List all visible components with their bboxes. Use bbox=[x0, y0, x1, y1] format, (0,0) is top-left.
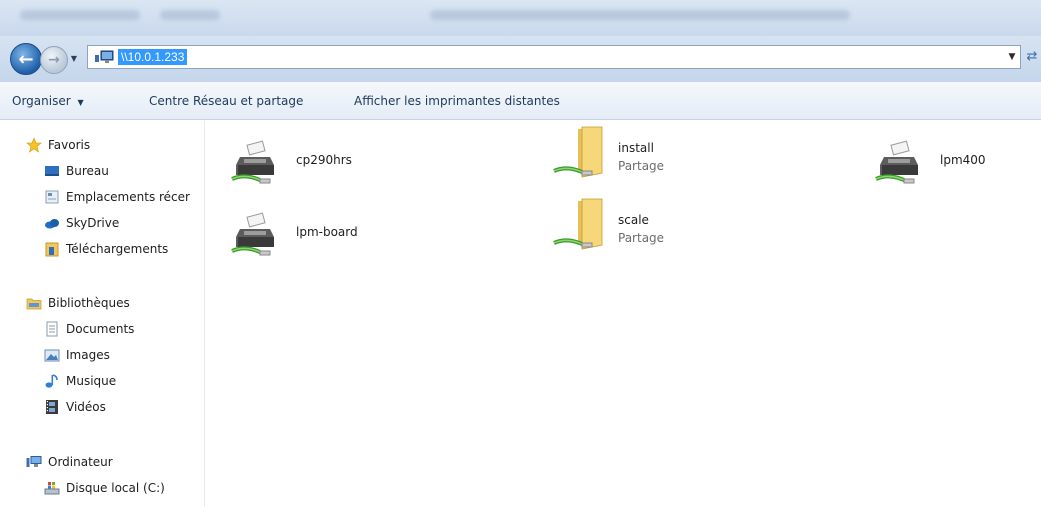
item-name: lpm-board bbox=[296, 225, 358, 239]
refresh-icon[interactable]: ⇄ bbox=[1023, 45, 1041, 69]
sidebar-item-label: Bibliothèques bbox=[48, 296, 130, 310]
music-icon bbox=[44, 373, 60, 389]
item-name: install bbox=[618, 141, 654, 155]
forward-button[interactable]: → bbox=[40, 46, 68, 74]
address-path[interactable]: \\10.0.1.233 bbox=[118, 49, 188, 65]
local-disk-icon bbox=[44, 480, 60, 496]
title-bar bbox=[0, 0, 1041, 36]
sidebar-item-label: Téléchargements bbox=[66, 242, 169, 256]
history-dropdown-icon[interactable]: ▼ bbox=[69, 53, 79, 65]
shared-folder-icon bbox=[553, 126, 603, 178]
sidebar-item-label: Ordinateur bbox=[48, 455, 113, 469]
network-center-button[interactable]: Centre Réseau et partage bbox=[149, 92, 303, 110]
documents-icon bbox=[44, 321, 60, 337]
navigation-pane: Favoris Bureau Emplacements récer SkyDri… bbox=[0, 121, 205, 507]
item-name: lpm400 bbox=[940, 153, 986, 167]
item-type-label: Partage bbox=[618, 159, 665, 173]
sidebar-item-label: Disque local (C:) bbox=[66, 481, 165, 495]
computer-icon bbox=[26, 454, 42, 470]
sidebar-item-label: Bureau bbox=[66, 164, 109, 178]
item-type-label: Partage bbox=[618, 231, 665, 245]
skydrive-icon bbox=[44, 215, 60, 231]
sidebar-item-label: Images bbox=[66, 348, 110, 362]
chevron-down-icon: ▼ bbox=[77, 98, 84, 107]
sidebar-item-label: SkyDrive bbox=[66, 216, 120, 230]
network-printer-icon bbox=[875, 140, 918, 184]
star-icon bbox=[26, 137, 42, 153]
address-dropdown-icon[interactable]: ▼ bbox=[1005, 50, 1019, 64]
sidebar-item-label: Emplacements récer bbox=[66, 190, 190, 204]
sidebar-item-label: Documents bbox=[66, 322, 135, 336]
network-printer-icon bbox=[231, 140, 274, 184]
back-button[interactable]: ← bbox=[10, 43, 42, 75]
item-name: cp290hrs bbox=[296, 153, 352, 167]
desktop-icon bbox=[44, 163, 60, 179]
content-pane: cp290hrs install Partage lpm400 lpm-boar… bbox=[206, 121, 1041, 507]
network-share-item[interactable]: scale Partage bbox=[552, 197, 752, 251]
remote-printers-button[interactable]: Afficher les imprimantes distantes bbox=[354, 92, 560, 110]
recent-places-icon bbox=[44, 189, 60, 205]
back-arrow-icon: ← bbox=[18, 48, 34, 70]
address-bar[interactable] bbox=[87, 45, 1021, 69]
downloads-icon bbox=[44, 241, 60, 257]
network-printer-item[interactable]: cp290hrs bbox=[230, 139, 430, 193]
organize-label: Organiser bbox=[12, 94, 71, 108]
library-folder-icon bbox=[26, 295, 42, 311]
item-name: scale bbox=[618, 213, 649, 227]
sidebar-item-label: Favoris bbox=[48, 138, 91, 152]
network-share-item[interactable]: install Partage bbox=[552, 125, 752, 179]
videos-icon bbox=[44, 399, 60, 415]
network-printer-icon bbox=[231, 212, 274, 256]
forward-arrow-icon: → bbox=[48, 52, 60, 68]
organize-button[interactable]: Organiser ▼ bbox=[12, 92, 84, 110]
sidebar-item-label: Vidéos bbox=[66, 400, 106, 414]
shared-folder-icon bbox=[553, 198, 603, 250]
network-printer-item[interactable]: lpm400 bbox=[874, 139, 1034, 193]
sidebar-item-label: Musique bbox=[66, 374, 117, 388]
network-computer-icon bbox=[95, 50, 114, 63]
images-icon bbox=[44, 347, 60, 363]
network-printer-item[interactable]: lpm-board bbox=[230, 211, 430, 265]
